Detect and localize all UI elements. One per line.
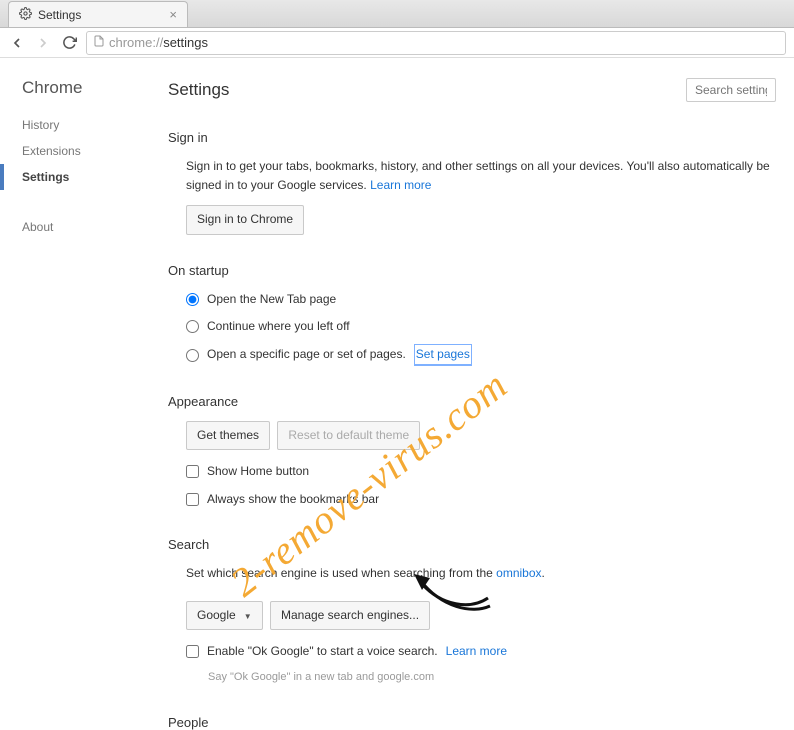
back-button[interactable]	[8, 34, 26, 52]
search-engine-dropdown[interactable]: Google	[186, 601, 263, 630]
manage-search-engines-button[interactable]: Manage search engines...	[270, 601, 430, 630]
appearance-heading: Appearance	[168, 394, 776, 409]
startup-option-specific[interactable]: Open a specific page or set of pages. Se…	[186, 344, 776, 366]
reload-button[interactable]	[60, 34, 78, 52]
url-scheme: chrome://	[109, 35, 163, 50]
show-bookmarks-label: Always show the bookmarks bar	[207, 490, 379, 509]
sidebar-item-history[interactable]: History	[0, 112, 150, 138]
tab-title: Settings	[38, 8, 81, 22]
show-home-label: Show Home button	[207, 462, 309, 481]
content-area: Chrome History Extensions Settings About…	[0, 58, 794, 686]
startup-option-newtab[interactable]: Open the New Tab page	[186, 290, 776, 309]
page-title: Settings	[168, 80, 229, 100]
gear-icon	[19, 7, 32, 23]
set-pages-link[interactable]: Set pages	[414, 344, 472, 366]
signin-description: Sign in to get your tabs, bookmarks, his…	[186, 159, 770, 192]
radio-newtab[interactable]	[186, 293, 199, 306]
section-startup: On startup Open the New Tab page Continu…	[168, 263, 776, 367]
section-appearance: Appearance Get themes Reset to default t…	[168, 394, 776, 509]
startup-label-newtab: Open the New Tab page	[207, 290, 336, 309]
search-heading: Search	[168, 537, 776, 552]
main-panel: Settings Sign in Sign in to get your tab…	[150, 58, 794, 686]
section-people: People	[168, 715, 776, 730]
show-bookmarks-option[interactable]: Always show the bookmarks bar	[186, 490, 776, 509]
tab-bar: Settings ×	[0, 0, 794, 28]
sidebar-item-about[interactable]: About	[0, 214, 150, 240]
checkbox-show-home[interactable]	[186, 465, 199, 478]
section-search: Search Set which search engine is used w…	[168, 537, 776, 687]
checkbox-show-bookmarks[interactable]	[186, 493, 199, 506]
get-themes-button[interactable]: Get themes	[186, 421, 270, 450]
startup-heading: On startup	[168, 263, 776, 278]
people-heading: People	[168, 715, 776, 730]
omnibox[interactable]: chrome://settings	[86, 31, 786, 55]
section-signin: Sign in Sign in to get your tabs, bookma…	[168, 130, 776, 235]
ok-google-label: Enable "Ok Google" to start a voice sear…	[207, 642, 438, 661]
url-path: settings	[163, 35, 208, 50]
signin-heading: Sign in	[168, 130, 776, 145]
forward-button[interactable]	[34, 34, 52, 52]
settings-search	[686, 78, 776, 102]
close-icon[interactable]: ×	[169, 7, 177, 22]
page-icon	[93, 34, 105, 51]
main-header: Settings	[168, 78, 776, 102]
omnibox-link[interactable]: omnibox	[496, 566, 541, 580]
reset-theme-button[interactable]: Reset to default theme	[277, 421, 420, 450]
sidebar-title: Chrome	[0, 78, 150, 112]
search-description: Set which search engine is used when sea…	[186, 566, 496, 580]
sidebar: Chrome History Extensions Settings About	[0, 58, 150, 686]
startup-label-specific: Open a specific page or set of pages.	[207, 345, 406, 364]
nav-bar: chrome://settings	[0, 28, 794, 58]
startup-option-continue[interactable]: Continue where you left off	[186, 317, 776, 336]
sidebar-item-settings[interactable]: Settings	[0, 164, 150, 190]
ok-google-learn-more-link[interactable]: Learn more	[446, 642, 507, 661]
startup-label-continue: Continue where you left off	[207, 317, 350, 336]
signin-button[interactable]: Sign in to Chrome	[186, 205, 304, 234]
ok-google-subtext: Say "Ok Google" in a new tab and google.…	[208, 669, 776, 687]
checkbox-ok-google[interactable]	[186, 645, 199, 658]
signin-learn-more-link[interactable]: Learn more	[370, 178, 431, 192]
ok-google-option[interactable]: Enable "Ok Google" to start a voice sear…	[186, 642, 776, 661]
browser-tab-settings[interactable]: Settings ×	[8, 1, 188, 27]
radio-specific[interactable]	[186, 349, 199, 362]
search-input[interactable]	[686, 78, 776, 102]
radio-continue[interactable]	[186, 320, 199, 333]
show-home-option[interactable]: Show Home button	[186, 462, 776, 481]
sidebar-item-extensions[interactable]: Extensions	[0, 138, 150, 164]
